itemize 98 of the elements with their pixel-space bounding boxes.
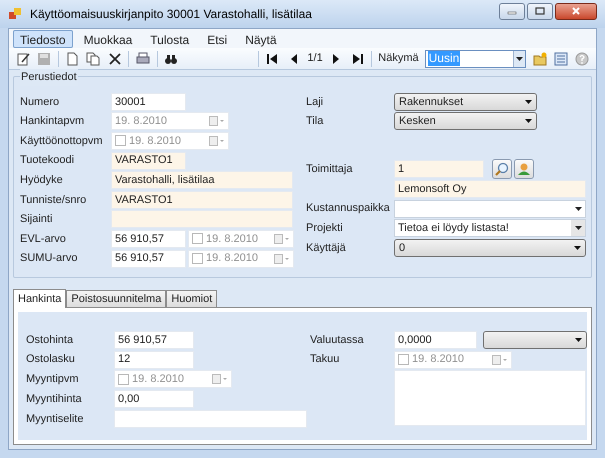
help-button[interactable] bbox=[574, 50, 590, 66]
new-document-icon bbox=[65, 52, 80, 66]
delete-button[interactable] bbox=[107, 50, 122, 66]
delete-icon bbox=[108, 52, 122, 66]
copy-icon bbox=[86, 52, 100, 66]
minimize-button[interactable] bbox=[499, 2, 525, 20]
tab[interactable]: Poistosuunnitelma bbox=[66, 290, 166, 307]
dropdown-arrow-icon bbox=[574, 226, 582, 230]
tab[interactable]: Hankinta bbox=[13, 289, 66, 308]
text-field[interactable] bbox=[114, 410, 307, 428]
print-button[interactable] bbox=[135, 50, 151, 66]
last-record-icon bbox=[350, 52, 365, 66]
dropdown-arrow-icon bbox=[525, 119, 532, 124]
field-label: Ostohinta bbox=[26, 334, 74, 346]
field-label: Kustannuspaikka bbox=[306, 202, 390, 214]
maximize-icon bbox=[535, 7, 545, 15]
field-label: Käyttäjä bbox=[306, 242, 346, 254]
save-icon bbox=[36, 52, 51, 66]
field-label: Valuutassa bbox=[310, 334, 364, 346]
edit-button[interactable] bbox=[15, 50, 30, 66]
dropdown-arrow-icon bbox=[525, 100, 532, 104]
text-field[interactable]: 56 910,57 bbox=[114, 330, 194, 349]
dropdown-arrow-icon bbox=[516, 56, 524, 60]
menu-item[interactable]: Tiedosto bbox=[13, 30, 73, 48]
field-label: Takuu bbox=[310, 353, 340, 366]
date-field: 19. 8.2010 bbox=[188, 230, 294, 248]
app-icon bbox=[8, 7, 22, 21]
field-label: Tuotekoodi bbox=[20, 154, 74, 166]
text-field[interactable]: 56 910,57 bbox=[111, 250, 186, 268]
first-record-icon bbox=[265, 52, 280, 66]
date-field: 19. 8.2010 bbox=[111, 112, 229, 130]
dropdown[interactable]: Tietoa ei löydy listasta! bbox=[394, 219, 586, 238]
field-label: Tila bbox=[306, 115, 324, 128]
edit-icon bbox=[16, 52, 30, 66]
field-label: Ostolasku bbox=[26, 353, 75, 366]
text-field[interactable]: 12 bbox=[114, 350, 194, 369]
copy-button[interactable] bbox=[86, 50, 102, 66]
new-document-button[interactable] bbox=[64, 50, 80, 66]
search-icon bbox=[495, 162, 509, 176]
text-field[interactable]: 56 910,57 bbox=[111, 230, 186, 248]
record-position: 1/1 bbox=[307, 51, 323, 66]
search-button[interactable] bbox=[492, 159, 512, 180]
text-field[interactable]: 0,0000 bbox=[394, 330, 477, 349]
close-button[interactable] bbox=[555, 2, 597, 20]
print-icon bbox=[136, 52, 150, 66]
dropdown-arrow-icon bbox=[574, 206, 582, 211]
field-label: SUMU-arvo bbox=[20, 252, 78, 264]
field-label: Laji bbox=[306, 96, 324, 108]
field-label: EVL-arvo bbox=[20, 232, 66, 245]
calendar-icon bbox=[274, 254, 290, 264]
field-label: Käyttöönottopvm bbox=[20, 134, 103, 147]
date-field: 19. 8.2010 bbox=[114, 370, 232, 388]
field-label: Hyödyke bbox=[20, 174, 63, 186]
text-field[interactable] bbox=[111, 210, 293, 228]
dropdown[interactable]: 0 bbox=[394, 238, 586, 257]
dropdown[interactable]: Kesken bbox=[394, 112, 537, 130]
text-field[interactable]: 1 bbox=[394, 160, 484, 178]
field-label: Numero bbox=[20, 96, 60, 108]
menu-item[interactable]: Etsi bbox=[200, 30, 234, 48]
maximize-button[interactable] bbox=[527, 2, 553, 20]
contact-button[interactable] bbox=[514, 159, 534, 180]
field-label: Toimittaja bbox=[306, 162, 352, 175]
menu-item[interactable]: Näytä bbox=[238, 30, 284, 48]
list-button[interactable] bbox=[553, 50, 569, 66]
text-field[interactable]: VARASTO1 bbox=[111, 152, 186, 170]
text-field[interactable]: Varastohalli, lisätilaa bbox=[111, 171, 293, 190]
view-label: Näkymä bbox=[378, 51, 419, 66]
tab[interactable]: Huomiot bbox=[166, 290, 218, 307]
dropdown-arrow-icon bbox=[575, 338, 582, 342]
calendar-icon bbox=[209, 116, 225, 126]
field-label: Myyntiselite bbox=[26, 412, 84, 425]
text-field[interactable]: 0,00 bbox=[114, 390, 194, 408]
date-field: 19. 8.2010 bbox=[188, 250, 294, 268]
window-title: Käyttöomaisuuskirjanpito 30001 Varastohalli, lisätilaa bbox=[30, 6, 312, 23]
calendar-icon bbox=[274, 234, 290, 244]
dropdown[interactable] bbox=[483, 330, 587, 349]
field-label: Hankintapvm bbox=[20, 115, 84, 128]
field-label: Sijainti bbox=[20, 213, 52, 226]
date-field: 19. 8.2010 bbox=[394, 350, 512, 369]
calendar-icon bbox=[209, 136, 225, 146]
person-icon bbox=[517, 162, 531, 176]
menu-item[interactable]: Tulosta bbox=[143, 30, 196, 48]
field-label: Tunniste/snro bbox=[20, 194, 86, 206]
field-label: Myyntipvm bbox=[26, 373, 79, 386]
text-field[interactable]: VARASTO1 bbox=[111, 190, 293, 209]
close-icon bbox=[571, 7, 581, 15]
dropdown[interactable]: Rakennukset bbox=[394, 92, 537, 111]
help-icon bbox=[575, 52, 590, 66]
calendar-icon bbox=[492, 354, 508, 365]
menu-item[interactable]: Muokkaa bbox=[76, 30, 140, 48]
field-label: Myyntihinta bbox=[26, 393, 82, 406]
list-icon bbox=[554, 52, 568, 66]
field-label: Projekti bbox=[306, 222, 343, 234]
date-field: 19. 8.2010 bbox=[111, 132, 229, 150]
text-field[interactable]: Lemonsoft Oy bbox=[394, 180, 586, 198]
calendar-icon bbox=[212, 374, 228, 384]
text-field[interactable]: 30001 bbox=[111, 92, 186, 111]
dropdown-arrow-icon bbox=[574, 246, 581, 250]
